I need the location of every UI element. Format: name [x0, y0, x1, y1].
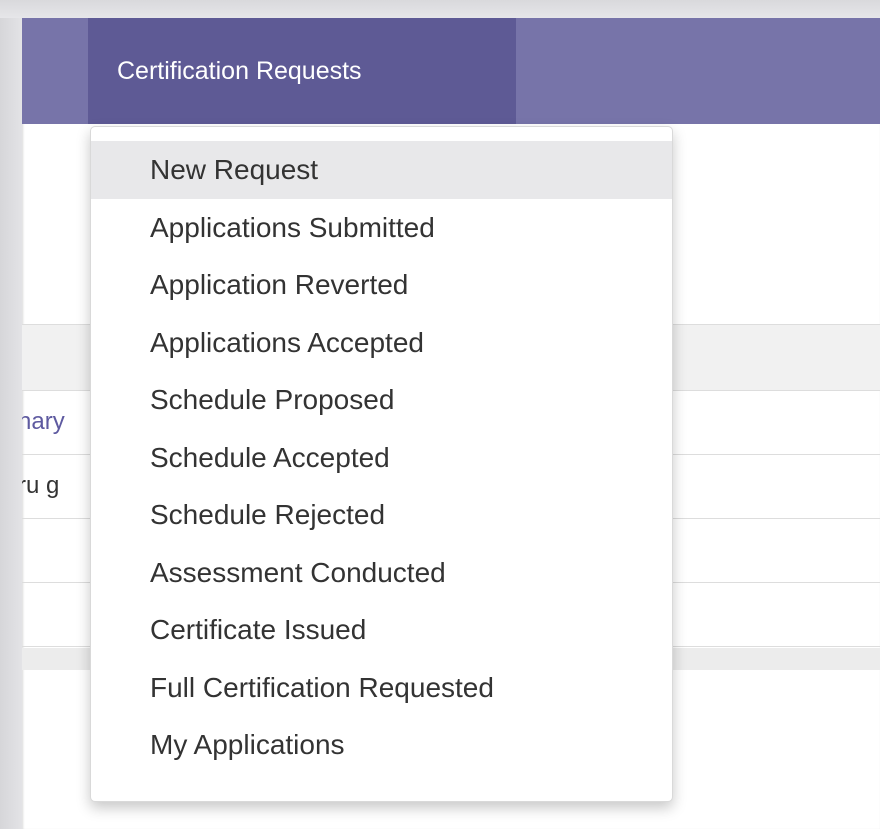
- menu-item-my-applications[interactable]: My Applications: [91, 716, 672, 774]
- menu-item-schedule-accepted[interactable]: Schedule Accepted: [91, 429, 672, 487]
- window-frame-top: [0, 0, 880, 18]
- table-cell: ru g: [22, 472, 60, 499]
- window-frame-left: [0, 18, 22, 829]
- menu-item-applications-accepted[interactable]: Applications Accepted: [91, 314, 672, 372]
- menu-item-schedule-proposed[interactable]: Schedule Proposed: [91, 371, 672, 429]
- nav-item-certification-requests[interactable]: Certification Requests: [88, 18, 516, 124]
- page-content: Certification Requests hary ru g New Req…: [22, 18, 880, 829]
- top-navbar: Certification Requests: [22, 18, 880, 124]
- certification-requests-dropdown-menu: New Request Applications Submitted Appli…: [90, 126, 673, 802]
- menu-item-schedule-rejected[interactable]: Schedule Rejected: [91, 486, 672, 544]
- menu-item-new-request[interactable]: New Request: [91, 141, 672, 199]
- menu-item-assessment-conducted[interactable]: Assessment Conducted: [91, 544, 672, 602]
- menu-item-application-reverted[interactable]: Application Reverted: [91, 256, 672, 314]
- menu-item-certificate-issued[interactable]: Certificate Issued: [91, 601, 672, 659]
- menu-item-applications-submitted[interactable]: Applications Submitted: [91, 199, 672, 257]
- table-cell-link[interactable]: hary: [22, 391, 65, 453]
- menu-item-full-certification-requested[interactable]: Full Certification Requested: [91, 659, 672, 717]
